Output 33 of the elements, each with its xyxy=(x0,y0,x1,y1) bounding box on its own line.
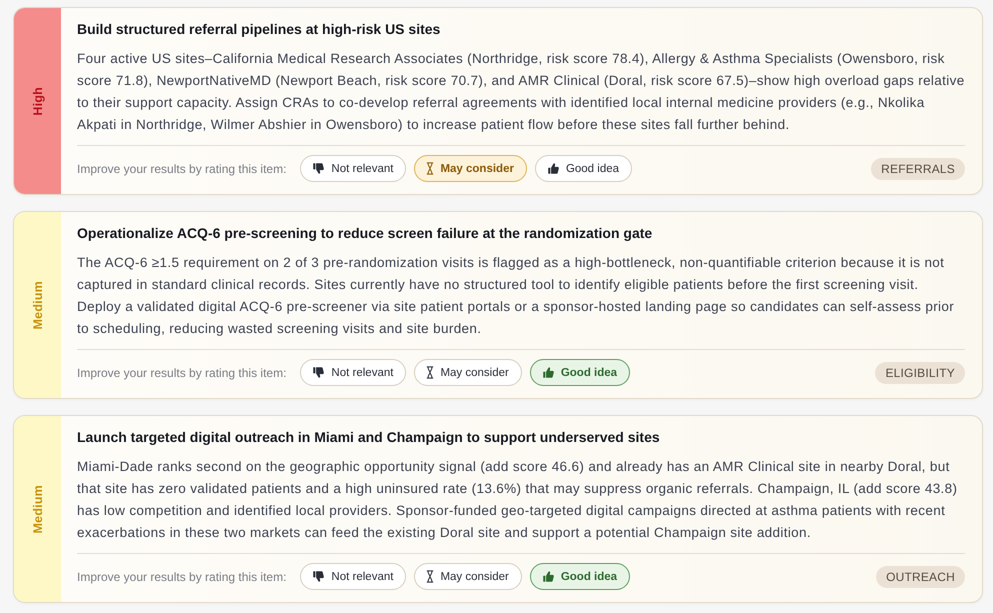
rating-prompt: Improve your results by rating this item: xyxy=(77,366,286,380)
may-consider-button[interactable]: May consider xyxy=(414,155,527,182)
priority-label: High xyxy=(30,86,44,116)
good-idea-button[interactable]: Good idea xyxy=(530,359,630,386)
recommendation-description: Miami-Dade ranks second on the geographic opportunity signal (add score 46.6) and already has an AMR Clinical site in nearby Doral, but that site has zero validated patients and a high uninsured rate (13.6%) that may suppress organic referrals. Champaign, IL (add score 43.8) has low competition and identified local providers. Sponsor-funded geo-targeted digital campaigns directed at asthma patients with recent exacerbations in these two markets can feed the existing Doral site and support a potential Champaign site addition. xyxy=(77,458,958,542)
category-tag: OUTREACH xyxy=(876,566,965,588)
thumbs-up-icon xyxy=(542,366,555,379)
hourglass-icon xyxy=(426,162,434,175)
thumbs-up-icon xyxy=(542,570,555,583)
hourglass-icon xyxy=(426,570,434,583)
may-consider-button[interactable]: May consider xyxy=(414,359,522,386)
thumbs-down-icon xyxy=(312,570,326,583)
recommendation-title: Launch targeted digital outreach in Miami and Champaign to support underserved sites xyxy=(77,428,661,447)
priority-label: Medium xyxy=(30,484,44,534)
category-tag: REFERRALS xyxy=(871,158,965,180)
thumbs-down-icon xyxy=(312,366,326,379)
may-consider-button[interactable]: May consider xyxy=(414,563,522,590)
rating-prompt: Improve your results by rating this item: xyxy=(77,162,286,176)
hourglass-icon xyxy=(426,366,434,379)
good-idea-button[interactable]: Good idea xyxy=(530,563,630,590)
recommendation-title: Operationalize ACQ-6 pre-screening to reduce screen failure at the randomization gate xyxy=(77,224,654,243)
not-relevant-button[interactable]: Not relevant xyxy=(300,155,406,182)
category-tag: ELIGIBILITY xyxy=(875,362,965,384)
recommendation-description: The ACQ-6 ≥1.5 requirement on 2 of 3 pre-randomization visits is flagged as a high-bottleneck, non-quantifiable criterion because it is not captured in standard clinical records. Sites currently have no structured tool to identify eligible patients before the first screening visit. Deploy a validated digital ACQ-6 pre-screener via site patient portals or a sponsor-hosted landing page so candidates can self-assess prior to scheduling, reducing wasted screening visits and site burden. xyxy=(77,254,956,338)
thumbs-down-icon xyxy=(312,162,326,175)
thumbs-up-icon xyxy=(546,162,560,175)
priority-label: Medium xyxy=(30,280,44,330)
recommendation-description: Four active US sites–California Medical Research Associates (Northridge, risk score 78.4), Allergy & Asthma Specialists (Owensboro, risk score 71.8), NewportNativeMD (Newport Beach, risk score 70.7), and AMR Clinical (Doral, risk score 67.5)–show high overload gaps relative to their support capacity. Assign CRAs to co-develop referral agreements with identified local internal medicine providers (e.g., Nkolika Akpati in Northridge, Wilmer Abshier in Owensboro) to increase patient flow before these sites fall further behind. xyxy=(77,50,965,134)
good-idea-button[interactable]: Good idea xyxy=(534,155,632,182)
rating-prompt: Improve your results by rating this item: xyxy=(77,570,286,584)
not-relevant-button[interactable]: Not relevant xyxy=(300,359,406,386)
not-relevant-button[interactable]: Not relevant xyxy=(300,563,406,590)
recommendation-title: Build structured referral pipelines at high-risk US sites xyxy=(77,20,442,39)
